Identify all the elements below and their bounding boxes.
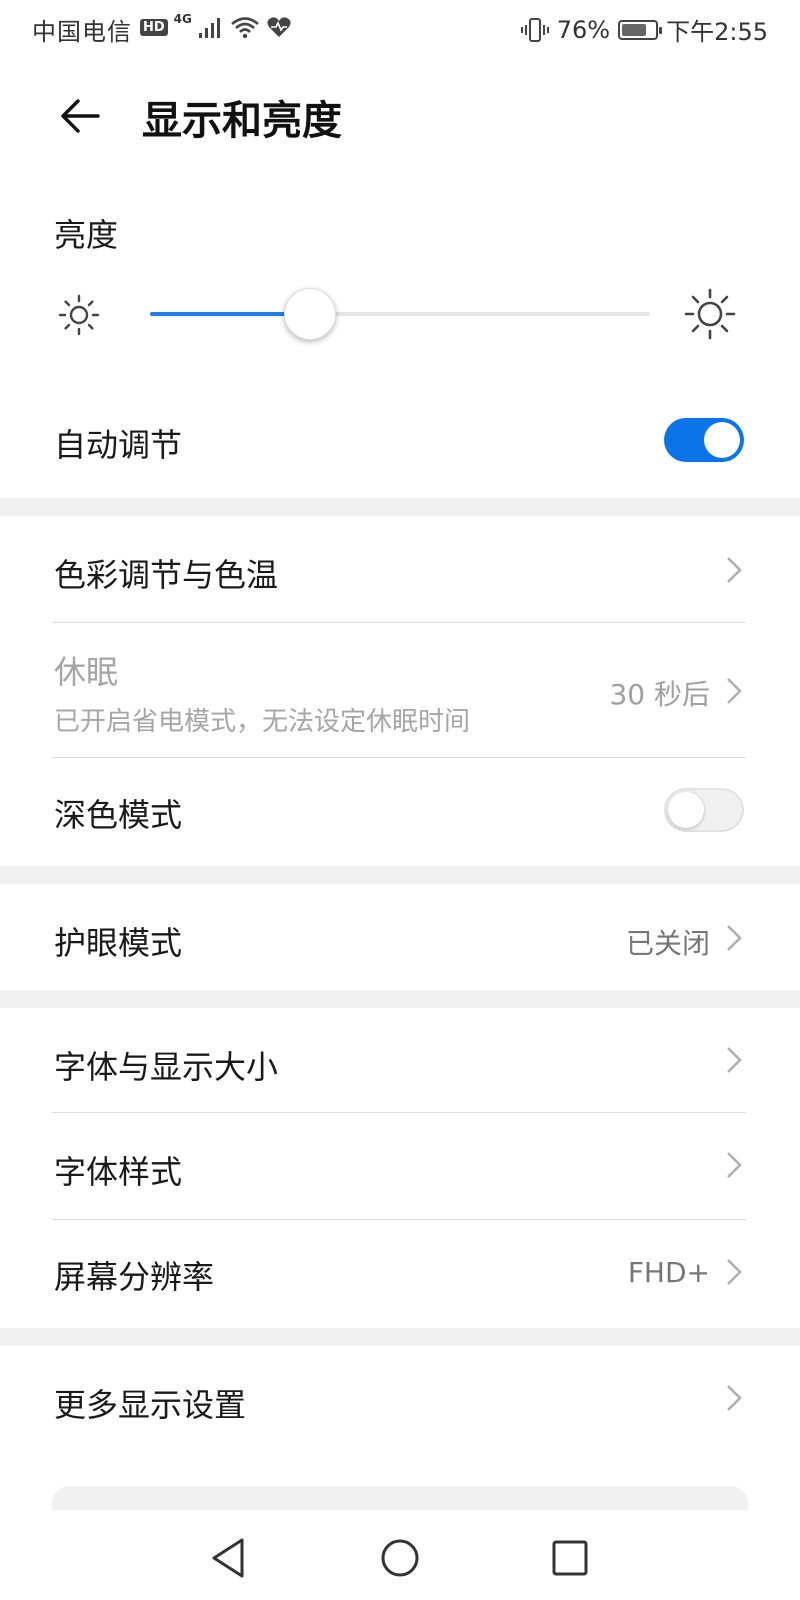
circle-home-icon <box>381 1539 419 1577</box>
font-style-row[interactable]: 字体样式 <box>0 1113 800 1219</box>
auto-adjust-row[interactable]: 自动调节 <box>0 400 800 480</box>
resolution-label: 屏幕分辨率 <box>54 1258 215 1296</box>
chevron-right-icon <box>727 557 742 583</box>
sleep-row[interactable]: 休眠 已开启省电模式，无法设定休眠时间 30 秒后 <box>0 623 800 757</box>
battery-percent: 76% <box>556 15 611 44</box>
section-separator <box>0 990 800 1008</box>
section-separator <box>0 866 800 884</box>
sleep-label: 休眠 <box>54 653 119 691</box>
hd-badge: HD <box>140 18 168 36</box>
toggle-knob <box>668 792 704 828</box>
more-display-label: 更多显示设置 <box>54 1386 247 1424</box>
eye-comfort-label: 护眼模式 <box>54 924 183 962</box>
font-style-label: 字体样式 <box>54 1153 183 1191</box>
dark-mode-row[interactable]: 深色模式 <box>0 758 800 864</box>
resolution-value: FHD+ <box>627 1256 710 1289</box>
status-icons-left: HD 4G <box>140 10 292 44</box>
page-title: 显示和亮度 <box>142 98 342 144</box>
sleep-sublabel: 已开启省电模式，无法设定休眠时间 <box>54 707 471 737</box>
sleep-value: 30 秒后 <box>609 678 710 711</box>
auto-adjust-toggle[interactable] <box>664 418 744 462</box>
chevron-right-icon <box>727 1259 742 1285</box>
navigation-bar <box>0 1510 800 1600</box>
signal-icon <box>198 18 220 38</box>
clock: 下午2:55 <box>666 18 768 46</box>
color-temperature-label: 色彩调节与色温 <box>54 556 279 594</box>
eye-comfort-row[interactable]: 护眼模式 已关闭 <box>0 884 800 988</box>
health-heart-icon <box>267 17 291 37</box>
arrow-left-icon <box>61 99 100 133</box>
battery-level <box>622 23 647 36</box>
battery-icon <box>618 19 663 40</box>
network-type: 4G <box>173 12 192 26</box>
chevron-right-icon <box>727 1385 742 1411</box>
dark-mode-toggle[interactable] <box>664 788 744 832</box>
section-separator <box>0 1328 800 1346</box>
chevron-right-icon <box>727 925 742 951</box>
color-temperature-row[interactable]: 色彩调节与色温 <box>0 516 800 622</box>
dark-mode-label: 深色模式 <box>54 796 183 834</box>
auto-adjust-label: 自动调节 <box>54 426 183 464</box>
nav-back-button[interactable] <box>200 1530 256 1586</box>
sun-small-icon <box>58 294 100 336</box>
chevron-right-icon <box>727 1152 742 1178</box>
section-separator <box>0 498 800 516</box>
brightness-slider[interactable] <box>150 288 650 340</box>
vibrate-icon <box>520 17 549 42</box>
font-size-row[interactable]: 字体与显示大小 <box>0 1008 800 1112</box>
chevron-right-icon <box>727 1047 742 1073</box>
chevron-right-icon <box>727 678 742 704</box>
triangle-back-icon <box>212 1538 244 1578</box>
slider-thumb[interactable] <box>284 288 336 340</box>
back-button[interactable] <box>54 90 106 142</box>
wifi-icon <box>231 17 259 39</box>
brightness-label: 亮度 <box>54 216 119 254</box>
square-recents-icon <box>552 1540 588 1576</box>
font-size-label: 字体与显示大小 <box>54 1048 279 1086</box>
toggle-knob <box>704 422 740 458</box>
eye-comfort-value: 已关闭 <box>625 927 710 960</box>
sun-large-icon <box>684 288 736 340</box>
resolution-row[interactable]: 屏幕分辨率 FHD+ <box>0 1220 800 1326</box>
status-icons-right: 76% 下午2:55 <box>520 12 768 47</box>
carrier-name: 中国电信 <box>32 18 132 46</box>
status-bar: 中国电信 HD 4G 76% 下午2:55 <box>0 0 800 56</box>
nav-home-button[interactable] <box>372 1530 428 1586</box>
nav-recents-button[interactable] <box>542 1530 598 1586</box>
more-display-row[interactable]: 更多显示设置 <box>0 1346 800 1450</box>
